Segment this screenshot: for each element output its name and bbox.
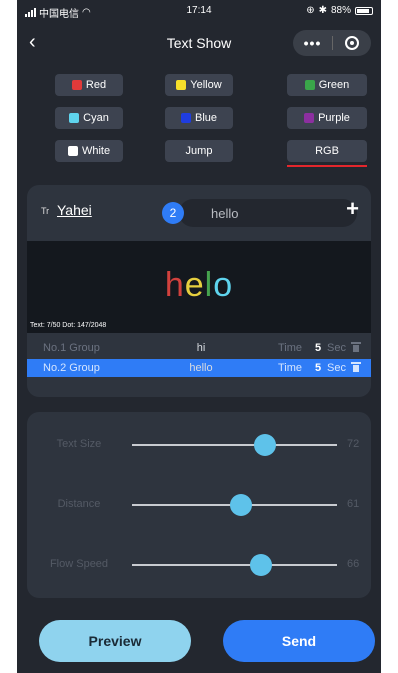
more-button[interactable]: ••• — [293, 35, 332, 51]
preview-letter: l — [204, 266, 214, 304]
font-icon: Tr — [41, 206, 50, 216]
preview-text: helo — [27, 266, 371, 305]
color-swatch — [67, 146, 78, 156]
color-button-label: Jump — [185, 145, 213, 157]
plus-icon[interactable]: + — [346, 196, 359, 222]
group-time-label: Time — [278, 342, 303, 354]
slider-row: Distance 61 — [27, 490, 371, 520]
font-selector[interactable]: Yahei — [57, 202, 92, 218]
slider-label: Text Size — [56, 438, 102, 450]
slider-value: 66 — [347, 558, 360, 570]
phone-screen: 中国电信 ◠ 17:14 ⊕ ✱ 88% ‹ Text Show ••• Red… — [17, 0, 381, 673]
color-button-label: Blue — [194, 112, 218, 124]
battery-percent: 88% — [330, 5, 351, 16]
color-swatch — [180, 113, 191, 123]
text-input[interactable] — [179, 199, 357, 227]
color-button-label: Green — [318, 79, 350, 91]
color-button-jump[interactable]: Jump — [165, 140, 233, 162]
color-button-green[interactable]: Green — [287, 74, 367, 96]
slider-label: Flow Speed — [49, 558, 109, 570]
preview-letter: o — [213, 266, 234, 304]
battery-icon — [355, 6, 373, 15]
status-bar: 中国电信 ◠ 17:14 ⊕ ✱ 88% — [17, 0, 381, 22]
color-button-white[interactable]: White — [55, 140, 123, 162]
slider-track[interactable] — [132, 434, 337, 456]
color-button-label: Red — [85, 79, 107, 91]
preview-info: Text: 7/50 Dot: 147/2048 — [30, 322, 107, 329]
slider-row: Text Size 72 — [27, 430, 371, 460]
bluetooth-icon: ✱ — [318, 5, 327, 16]
slider-label: Distance — [57, 498, 101, 510]
color-button-red[interactable]: Red — [55, 74, 123, 96]
text-editor-panel: Tr Yahei 2 + helo Text: 7/50 Dot: 147/20… — [27, 185, 371, 397]
group-row[interactable]: No.1 Group hi Time 5 Sec — [27, 339, 371, 357]
font-row: Tr Yahei 2 + — [27, 185, 371, 237]
slider-thumb[interactable] — [254, 434, 277, 456]
status-right: ⊕ ✱ 88% — [306, 5, 373, 16]
settings-panel: Text Size 72 Distance 61 Flow Speed 66 — [27, 412, 371, 598]
group-time-unit: Sec — [327, 342, 346, 354]
slider-thumb[interactable] — [250, 554, 273, 576]
group-text: hi — [196, 342, 206, 354]
slider-value: 72 — [347, 438, 360, 450]
group-time-value: 5 — [315, 342, 322, 354]
color-button-cyan[interactable]: Cyan — [55, 107, 123, 129]
color-button-label: Yellow — [190, 79, 222, 91]
color-button-label: Purple — [318, 112, 350, 124]
color-button-purple[interactable]: Purple — [287, 107, 367, 129]
group-name: No.1 Group — [43, 342, 100, 354]
color-button-rgb[interactable]: RGB — [287, 140, 367, 162]
slider-track[interactable] — [132, 554, 337, 576]
group-row[interactable]: No.2 Group hello Time 5 Sec — [27, 359, 371, 377]
preview-letter: h — [164, 266, 185, 304]
color-button-label: Cyan — [83, 112, 109, 124]
lock-rotation-icon: ⊕ — [306, 5, 315, 16]
target-circle-icon — [345, 36, 359, 50]
group-time-value: 5 — [315, 362, 322, 374]
slider-track[interactable] — [132, 494, 337, 516]
led-preview: helo Text: 7/50 Dot: 147/2048 — [27, 241, 371, 333]
color-swatch — [304, 80, 315, 90]
color-swatch — [69, 113, 80, 123]
color-button-blue[interactable]: Blue — [165, 107, 233, 129]
color-button-yellow[interactable]: Yellow — [165, 74, 233, 96]
color-swatch — [71, 80, 82, 90]
selected-indicator — [287, 165, 367, 167]
trash-icon[interactable] — [351, 362, 361, 372]
send-button[interactable]: Send — [223, 620, 375, 662]
group-time-unit: Sec — [327, 362, 346, 374]
group-text: hello — [189, 362, 213, 374]
group-time-label: Time — [278, 362, 303, 374]
close-button[interactable] — [333, 36, 371, 50]
slider-thumb[interactable] — [229, 494, 252, 516]
slider-value: 61 — [347, 498, 360, 510]
group-name: No.2 Group — [43, 362, 100, 374]
color-button-label: White — [81, 145, 111, 157]
preview-button[interactable]: Preview — [39, 620, 191, 662]
trash-icon[interactable] — [351, 342, 361, 352]
color-swatch — [304, 113, 315, 123]
mini-program-capsule: ••• — [293, 30, 371, 56]
color-swatch — [176, 80, 187, 90]
color-button-label: RGB — [315, 145, 339, 157]
slider-row: Flow Speed 66 — [27, 550, 371, 580]
group-number-badge: 2 — [162, 202, 184, 224]
nav-bar: ‹ Text Show ••• — [17, 26, 381, 60]
preview-letter: e — [184, 266, 205, 304]
